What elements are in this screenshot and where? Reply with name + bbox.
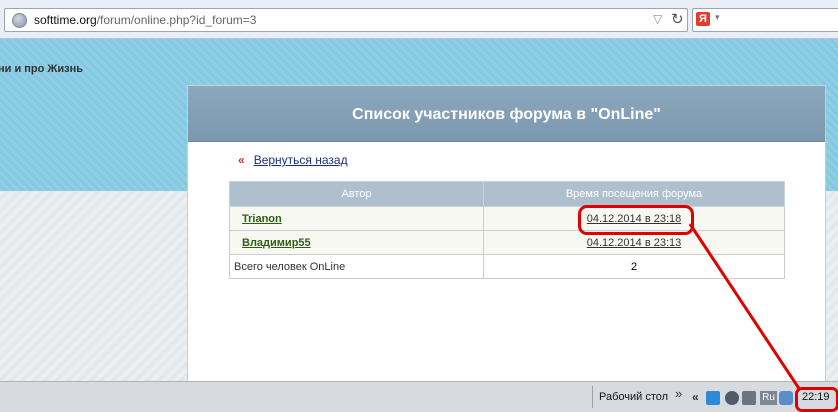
total-row: Всего человек OnLine 2: [229, 254, 785, 279]
globe-icon: [12, 13, 27, 28]
back-link[interactable]: Вернуться назад: [254, 153, 348, 167]
url-text[interactable]: softtime.org/forum/online.php?id_forum=3: [34, 13, 256, 27]
address-bar[interactable]: softtime.org/forum/online.php?id_forum=3…: [4, 8, 688, 32]
web-page: ни и про Жизнь Список участников форума …: [0, 39, 838, 382]
desktop-toolbar-chevron-icon[interactable]: »: [675, 386, 682, 401]
taskbar: Рабочий стол » « Ru 22:19: [0, 381, 838, 412]
search-engine-dropdown-icon[interactable]: ▾: [715, 12, 720, 23]
author-cell: Владимир55: [229, 230, 484, 255]
user-link[interactable]: Trianon: [242, 213, 282, 225]
user-link[interactable]: Владимир55: [242, 237, 311, 249]
visit-time-link[interactable]: 04.12.2014 в 23:13: [587, 237, 682, 249]
cable-icon[interactable]: [742, 391, 756, 405]
yandex-icon[interactable]: Я: [696, 12, 710, 26]
online-users-panel: Список участников форума в "OnLine" « Вер…: [187, 85, 826, 382]
back-row: « Вернуться назад: [238, 153, 348, 167]
table-row: Trianon 04.12.2014 в 23:18: [229, 206, 785, 231]
panel-header: Список участников форума в "OnLine": [188, 86, 825, 142]
search-box[interactable]: Я ▾: [692, 8, 838, 32]
table-row: Владимир55 04.12.2014 в 23:13: [229, 230, 785, 255]
speaker-icon[interactable]: [725, 391, 739, 405]
shield-icon[interactable]: [779, 391, 793, 405]
author-cell: Trianon: [229, 206, 484, 231]
browser-toolbar: softtime.org/forum/online.php?id_forum=3…: [0, 0, 838, 39]
url-dropdown-icon[interactable]: ▽: [653, 12, 662, 26]
desktop-toolbar-label[interactable]: Рабочий стол: [599, 391, 668, 403]
panel-title: Список участников форума в "OnLine": [352, 106, 661, 123]
column-header-author: Автор: [229, 181, 484, 207]
site-tagline: ни и про Жизнь: [0, 63, 83, 75]
toolbar-separator: [592, 386, 593, 408]
language-indicator[interactable]: Ru: [760, 391, 777, 405]
network-icon[interactable]: [706, 391, 720, 405]
total-value: 2: [483, 254, 785, 279]
reload-icon[interactable]: ↻: [671, 10, 684, 28]
table-header-row: Автор Время посещения форума: [229, 181, 785, 207]
total-label: Всего человек OnLine: [229, 254, 484, 279]
annotation-highlight-clock: [795, 387, 838, 412]
annotation-highlight-visit-time: [578, 205, 694, 235]
column-header-visit-time: Время посещения форума: [483, 181, 785, 207]
tray-expand-chevron-icon[interactable]: «: [692, 390, 699, 404]
back-arrow-icon: «: [238, 153, 245, 167]
online-users-table: Автор Время посещения форума Trianon 04.…: [229, 181, 785, 279]
